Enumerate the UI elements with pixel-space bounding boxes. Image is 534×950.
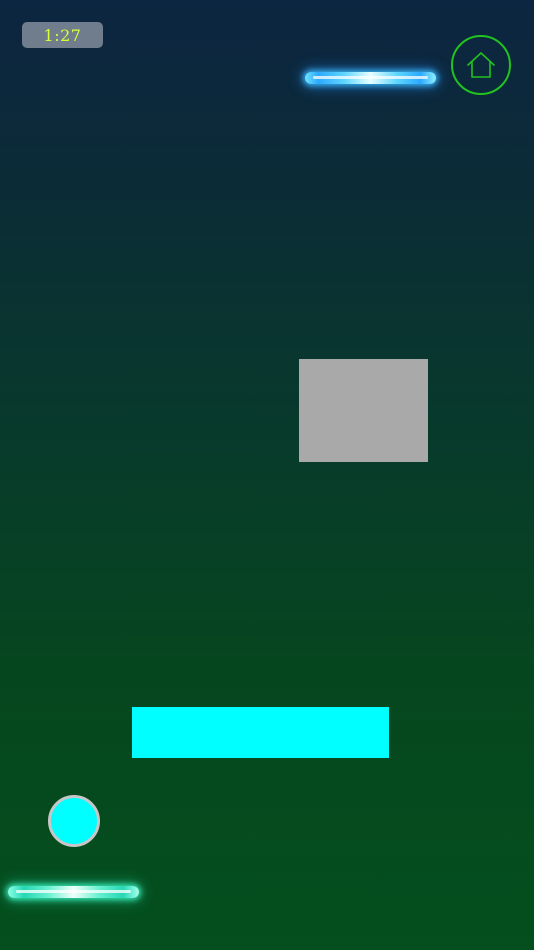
- game-screen[interactable]: 1:27: [0, 0, 534, 950]
- cyan-platform: [132, 707, 389, 758]
- home-icon: [467, 52, 495, 78]
- gray-obstacle-block: [299, 359, 428, 462]
- top-laser-paddle: [305, 72, 436, 84]
- home-button[interactable]: [451, 35, 511, 95]
- timer-display: 1:27: [22, 22, 103, 48]
- bottom-laser-paddle[interactable]: [8, 886, 139, 898]
- player-ball[interactable]: [48, 795, 100, 847]
